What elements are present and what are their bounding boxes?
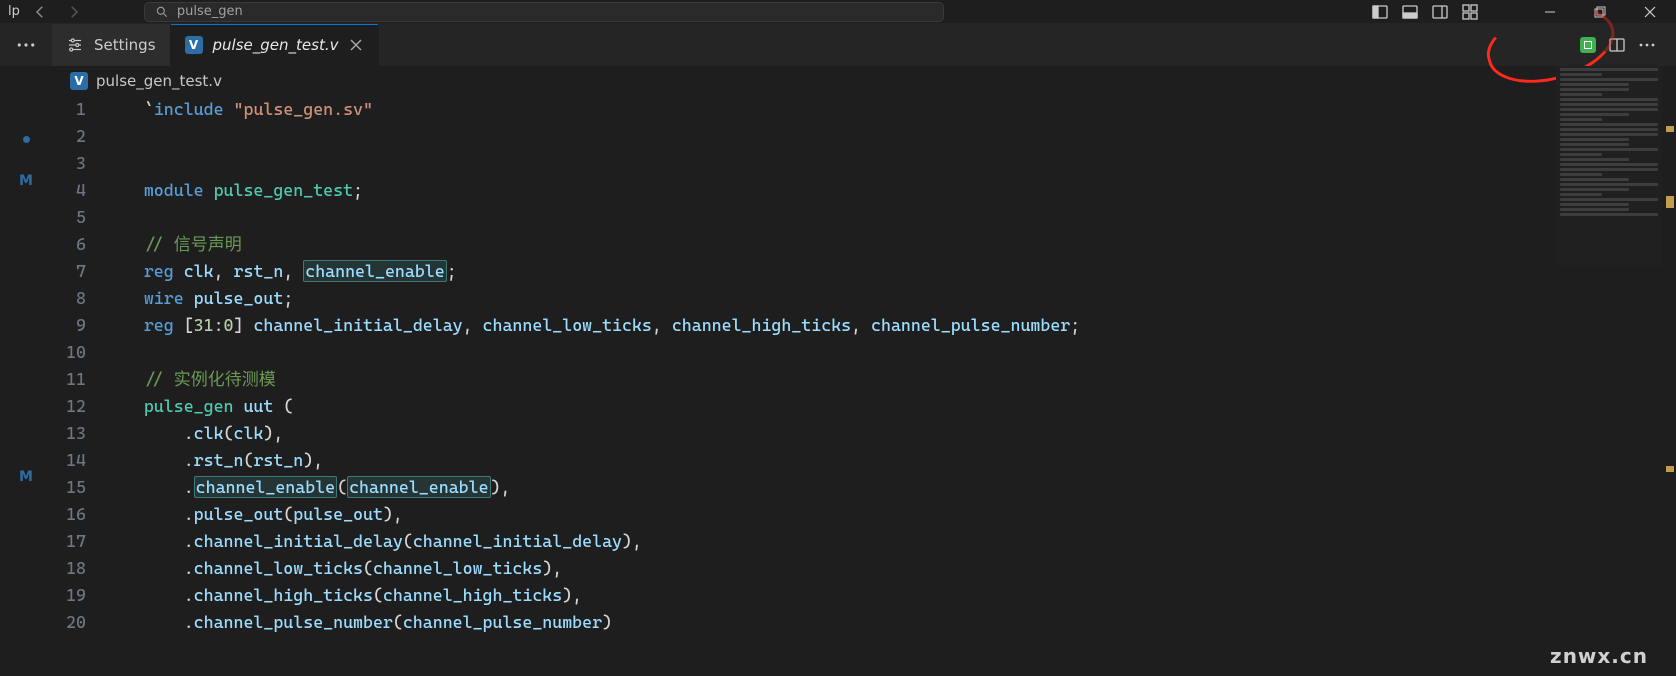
line-content: reg [31:0] channel_initial_delay, channe…	[104, 312, 1080, 339]
sliders-icon	[66, 36, 84, 54]
tab-label: pulse_gen_test.v	[213, 36, 339, 54]
line-number: 1	[60, 96, 104, 123]
code-line[interactable]: 3	[60, 150, 1676, 177]
line-content: .pulse_out(pulse_out),	[104, 501, 403, 528]
code-line[interactable]: 6 // 信号声明	[60, 231, 1676, 258]
customize-layout-icon[interactable]	[1460, 2, 1480, 22]
code-line[interactable]: 1 `include "pulse_gen.sv"	[60, 96, 1676, 123]
editor[interactable]: V pulse_gen_test.v 1 `include "pulse_gen…	[52, 66, 1676, 676]
close-icon[interactable]	[348, 37, 364, 53]
line-number: 13	[60, 420, 104, 447]
line-number: 15	[60, 474, 104, 501]
line-number: 10	[60, 339, 104, 366]
modified-indicator: M	[19, 173, 33, 189]
code-line[interactable]: 10	[60, 339, 1676, 366]
line-number: 8	[60, 285, 104, 312]
search-text: pulse_gen	[177, 4, 243, 19]
nav-forward-icon[interactable]	[60, 0, 88, 24]
line-content: // 实例化待测模	[104, 366, 276, 393]
nav-back-icon[interactable]	[26, 0, 54, 24]
code-line[interactable]: 15 .channel_enable(channel_enable),	[60, 474, 1676, 501]
verilog-file-icon: V	[185, 36, 203, 54]
title-bar: lp pulse_gen	[0, 0, 1676, 24]
code-line[interactable]: 17 .channel_initial_delay(channel_initia…	[60, 528, 1676, 555]
line-content: pulse_gen uut (	[104, 393, 293, 420]
line-number: 12	[60, 393, 104, 420]
line-number: 17	[60, 528, 104, 555]
line-number: 16	[60, 501, 104, 528]
line-number: 14	[60, 447, 104, 474]
code-line[interactable]: 18 .channel_low_ticks(channel_low_ticks)…	[60, 555, 1676, 582]
line-number: 11	[60, 366, 104, 393]
line-content: // 信号声明	[104, 231, 242, 258]
code-line[interactable]: 8 wire pulse_out;	[60, 285, 1676, 312]
line-number: 18	[60, 555, 104, 582]
menu-stub[interactable]: lp	[8, 4, 20, 19]
code-line[interactable]: 9 reg [31:0] channel_initial_delay, chan…	[60, 312, 1676, 339]
code-line[interactable]: 5	[60, 204, 1676, 231]
line-number: 6	[60, 231, 104, 258]
line-content: .rst_n(rst_n),	[104, 447, 323, 474]
tab-bar: Settings V pulse_gen_test.v	[0, 24, 1676, 66]
breadcrumb[interactable]: V pulse_gen_test.v	[52, 66, 1676, 96]
layout-primary-sidebar-icon[interactable]	[1370, 2, 1390, 22]
code-line[interactable]: 11 // 实例化待测模	[60, 366, 1676, 393]
line-number: 2	[60, 123, 104, 150]
modified-indicator: M	[19, 469, 33, 485]
code-line[interactable]: 14 .rst_n(rst_n),	[60, 447, 1676, 474]
code-line[interactable]: 19 .channel_high_ticks(channel_high_tick…	[60, 582, 1676, 609]
editor-menu-icon[interactable]	[0, 24, 52, 66]
scm-gutter: M M	[0, 66, 52, 676]
line-content: .channel_enable(channel_enable),	[104, 474, 510, 501]
line-number: 5	[60, 204, 104, 231]
command-center-search[interactable]: pulse_gen	[144, 2, 944, 22]
line-number: 9	[60, 312, 104, 339]
window-close-button[interactable]	[1630, 0, 1670, 24]
code-line[interactable]: 13 .clk(clk),	[60, 420, 1676, 447]
window-maximize-button[interactable]	[1580, 0, 1620, 24]
line-content: .channel_pulse_number(channel_pulse_numb…	[104, 609, 612, 636]
breadcrumb-file: pulse_gen_test.v	[96, 72, 222, 90]
verilog-file-icon: V	[70, 72, 88, 90]
overview-ruler[interactable]	[1664, 66, 1676, 676]
tab-settings[interactable]: Settings	[52, 24, 171, 66]
digital-ide-icon[interactable]	[1580, 37, 1596, 53]
tab-label: Settings	[94, 36, 156, 54]
more-actions-icon[interactable]	[1638, 36, 1656, 54]
line-number: 3	[60, 150, 104, 177]
overview-mark	[1666, 202, 1674, 208]
main-area: M M V pulse_gen_test.v 1 `include "pulse…	[0, 66, 1676, 676]
tab-file-pulse-gen-test[interactable]: V pulse_gen_test.v	[171, 24, 380, 66]
line-content: .channel_low_ticks(channel_low_ticks),	[104, 555, 562, 582]
code-area[interactable]: 1 `include "pulse_gen.sv"234 module puls…	[52, 96, 1676, 636]
line-content: reg clk, rst_n, channel_enable;	[104, 258, 457, 285]
line-content: .clk(clk),	[104, 420, 283, 447]
line-content: `include "pulse_gen.sv"	[104, 96, 373, 123]
watermark: znwx.cn	[1550, 644, 1648, 668]
line-content: wire pulse_out;	[104, 285, 293, 312]
line-number: 19	[60, 582, 104, 609]
code-line[interactable]: 12 pulse_gen uut (	[60, 393, 1676, 420]
layout-secondary-sidebar-icon[interactable]	[1430, 2, 1450, 22]
line-content: .channel_initial_delay(channel_initial_d…	[104, 528, 642, 555]
code-line[interactable]: 2	[60, 123, 1676, 150]
line-content: module pulse_gen_test;	[104, 177, 363, 204]
code-line[interactable]: 16 .pulse_out(pulse_out),	[60, 501, 1676, 528]
window-minimize-button[interactable]	[1530, 0, 1570, 24]
code-line[interactable]: 7 reg clk, rst_n, channel_enable;	[60, 258, 1676, 285]
minimap[interactable]	[1556, 66, 1662, 266]
line-number: 7	[60, 258, 104, 285]
code-line[interactable]: 20 .channel_pulse_number(channel_pulse_n…	[60, 609, 1676, 636]
overview-mark	[1666, 466, 1674, 472]
split-editor-icon[interactable]	[1608, 36, 1626, 54]
line-content: .channel_high_ticks(channel_high_ticks),	[104, 582, 582, 609]
layout-panel-icon[interactable]	[1400, 2, 1420, 22]
overview-mark	[1666, 126, 1674, 132]
code-line[interactable]: 4 module pulse_gen_test;	[60, 177, 1676, 204]
line-number: 4	[60, 177, 104, 204]
line-number: 20	[60, 609, 104, 636]
modified-dot-icon	[23, 136, 30, 143]
